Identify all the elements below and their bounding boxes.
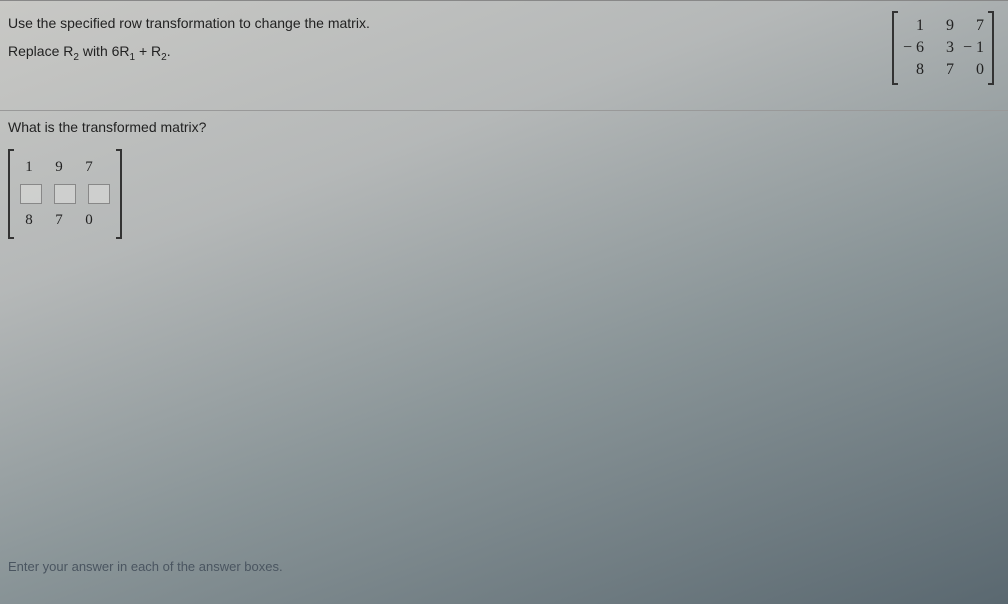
op-prefix: Replace R: [8, 43, 73, 59]
bracket-left-icon: [8, 149, 14, 239]
answer-input-r2c2[interactable]: [54, 184, 76, 204]
matrix-row: 8 7 0: [902, 59, 984, 81]
given-matrix: 1 9 7 − 6 3 − 1 8 7 0: [892, 11, 994, 85]
bracket-left-icon: [892, 11, 898, 85]
answer-input-r2c1[interactable]: [20, 184, 42, 204]
answer-cell: 7: [50, 212, 68, 229]
answer-input-row: [20, 180, 110, 208]
matrix-cell: 0: [962, 61, 984, 79]
bracket-right-icon: [988, 11, 994, 85]
matrix-row: 1 9 7: [902, 15, 984, 37]
answer-input-r2c3[interactable]: [88, 184, 110, 204]
question-header: Use the specified row transformation to …: [0, 1, 1008, 111]
answer-cell: 9: [50, 159, 68, 176]
matrix-cell: 7: [962, 17, 984, 35]
matrix-cell: 1: [902, 17, 924, 35]
footer-hint: Enter your answer in each of the answer …: [8, 559, 283, 574]
prompt-text: What is the transformed matrix?: [8, 119, 1000, 135]
answer-row: 1 9 7: [20, 155, 110, 180]
bracket-right-icon: [116, 149, 122, 239]
op-mid2: + R: [135, 43, 161, 59]
answer-cell: 8: [20, 212, 38, 229]
instruction-text: Use the specified row transformation to …: [8, 15, 872, 31]
operation-text: Replace R2 with 6R1 + R2.: [8, 43, 872, 63]
matrix-cell: − 6: [902, 39, 924, 57]
matrix-cell: − 1: [962, 39, 984, 57]
answer-matrix: 1 9 7 8 7 0: [8, 149, 122, 239]
matrix-cell: 3: [932, 39, 954, 57]
answer-cell: 0: [80, 212, 98, 229]
answer-row: 8 7 0: [20, 208, 110, 233]
op-suffix: .: [167, 43, 171, 59]
matrix-cell: 9: [932, 17, 954, 35]
answer-cell: 7: [80, 159, 98, 176]
matrix-cell: 8: [902, 61, 924, 79]
answer-section: What is the transformed matrix? 1 9 7 8 …: [0, 111, 1008, 239]
matrix-cell: 7: [932, 61, 954, 79]
op-mid: with 6R: [79, 43, 130, 59]
question-text-block: Use the specified row transformation to …: [8, 11, 872, 63]
answer-cell: 1: [20, 159, 38, 176]
matrix-row: − 6 3 − 1: [902, 37, 984, 59]
